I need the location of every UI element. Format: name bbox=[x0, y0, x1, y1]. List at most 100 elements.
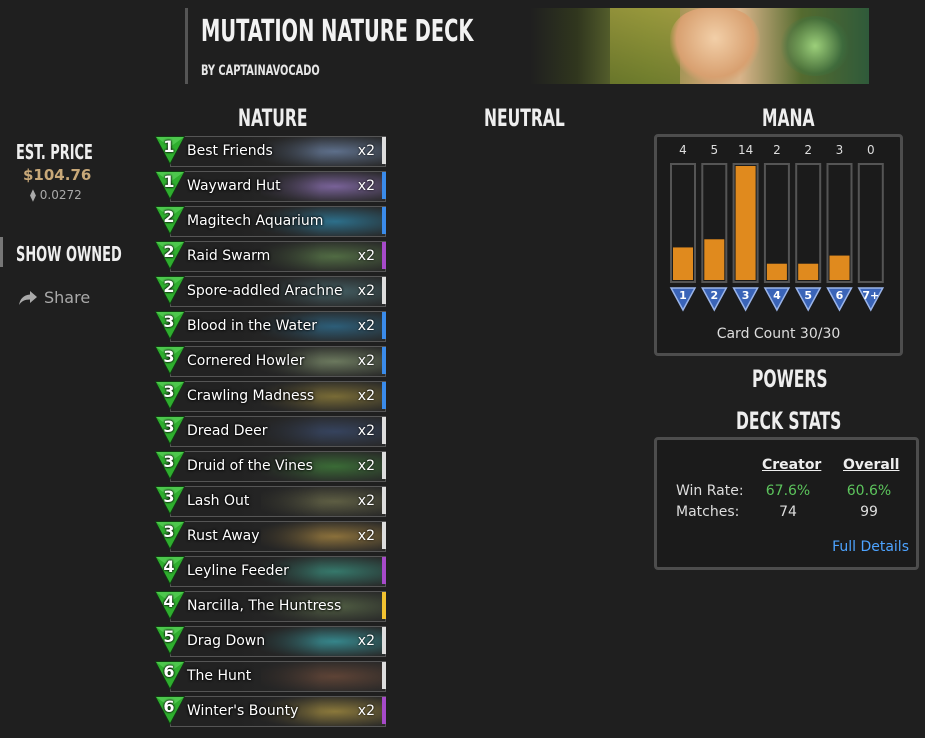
rarity-bar bbox=[382, 312, 386, 339]
overall-win-rate: 60.6% bbox=[846, 483, 892, 499]
card-cost: 6 bbox=[163, 697, 175, 716]
card-name: Cornered Howler bbox=[187, 353, 305, 369]
rarity-bar bbox=[382, 207, 386, 234]
price-value: $104.76 bbox=[23, 166, 92, 184]
card-name: Leyline Feeder bbox=[187, 563, 289, 579]
mana-bar[interactable] bbox=[673, 247, 693, 280]
nature-card-list: Best Friends x2 1 Wayward Hut x2 1 Magitech Aq… bbox=[154, 135, 388, 730]
share-button[interactable]: Share bbox=[18, 288, 90, 307]
card-cost: 1 bbox=[163, 172, 175, 191]
card-row[interactable]: Winter's Bounty x2 6 bbox=[154, 695, 388, 727]
card-quantity: x2 bbox=[357, 248, 375, 264]
card-row[interactable]: Spore-addled Arachne x2 2 bbox=[154, 275, 388, 307]
card-cost: 2 bbox=[163, 277, 175, 296]
mana-curve-panel: 4 1 5 2 14 3 2 4 2 5 3 6 0 7+ Card Count 30/30 bbox=[654, 134, 903, 356]
neutral-heading: NEUTRAL bbox=[484, 104, 565, 132]
rarity-bar bbox=[382, 382, 386, 409]
card-row[interactable]: Crawling Madness x2 3 bbox=[154, 380, 388, 412]
card-row[interactable]: Lash Out x2 3 bbox=[154, 485, 388, 517]
mana-bar[interactable] bbox=[766, 263, 787, 280]
card-name: Spore-addled Arachne bbox=[187, 283, 343, 299]
price-eth-value: ⧫ 0.0272 bbox=[30, 188, 82, 202]
deck-header: MUTATION NATURE DECK BY CAPTAINAVOCADO bbox=[185, 8, 869, 84]
card-row[interactable]: Cornered Howler x2 3 bbox=[154, 345, 388, 377]
mana-cost-label: 6 bbox=[836, 289, 844, 302]
card-row[interactable]: Blood in the Water x2 3 bbox=[154, 310, 388, 342]
rarity-bar bbox=[382, 277, 386, 304]
mana-cost-label: 1 bbox=[679, 289, 687, 302]
card-name: Narcilla, The Huntress bbox=[187, 598, 342, 614]
card-row[interactable]: Raid Swarm x2 2 bbox=[154, 240, 388, 272]
card-quantity: x2 bbox=[357, 178, 375, 194]
card-quantity: x2 bbox=[357, 388, 375, 404]
show-owned-toggle[interactable]: SHOW OWNED bbox=[16, 242, 122, 266]
card-name: Drag Down bbox=[187, 633, 266, 649]
mana-count-label: 14 bbox=[738, 143, 753, 157]
card-name: Lash Out bbox=[187, 493, 250, 509]
card-quantity: x2 bbox=[357, 423, 375, 439]
mana-count-label: 3 bbox=[836, 143, 844, 157]
est-price-label: EST. PRICE bbox=[16, 140, 93, 164]
card-quantity: x2 bbox=[357, 283, 375, 299]
card-name: Druid of the Vines bbox=[187, 458, 313, 474]
card-body: Crawling Madness x2 bbox=[170, 381, 386, 412]
card-row[interactable]: Leyline Feeder 4 bbox=[154, 555, 388, 587]
card-cost: 4 bbox=[163, 592, 175, 611]
creator-column-header: Creator bbox=[762, 457, 822, 473]
card-body: Cornered Howler x2 bbox=[170, 346, 386, 377]
card-name: The Hunt bbox=[187, 668, 252, 684]
deck-author[interactable]: BY CAPTAINAVOCADO bbox=[201, 63, 320, 79]
card-row[interactable]: Drag Down x2 5 bbox=[154, 625, 388, 657]
rarity-bar bbox=[382, 592, 386, 619]
card-quantity: x2 bbox=[357, 703, 375, 719]
card-row[interactable]: Dread Deer x2 3 bbox=[154, 415, 388, 447]
card-quantity: x2 bbox=[357, 493, 375, 509]
card-cost: 3 bbox=[163, 347, 175, 366]
card-body: Lash Out x2 bbox=[170, 486, 386, 517]
card-row[interactable]: Narcilla, The Huntress 4 bbox=[154, 590, 388, 622]
card-body: Drag Down x2 bbox=[170, 626, 386, 657]
card-body: Best Friends x2 bbox=[170, 136, 386, 167]
mana-cost-label: 2 bbox=[710, 289, 718, 302]
card-quantity: x2 bbox=[357, 318, 375, 334]
card-cost: 3 bbox=[163, 452, 175, 471]
card-cost: 5 bbox=[163, 627, 175, 646]
deck-stats-panel: Creator Overall Win Rate: Matches: 67.6%… bbox=[654, 437, 919, 570]
card-body: Winter's Bounty x2 bbox=[170, 696, 386, 727]
card-quantity: x2 bbox=[357, 353, 375, 369]
card-body: Druid of the Vines x2 bbox=[170, 451, 386, 482]
deck-title: MUTATION NATURE DECK bbox=[201, 14, 474, 49]
card-row[interactable]: The Hunt 6 bbox=[154, 660, 388, 692]
card-quantity: x2 bbox=[357, 458, 375, 474]
mana-count-label: 0 bbox=[867, 143, 875, 157]
card-cost: 2 bbox=[163, 242, 175, 261]
rarity-bar bbox=[382, 697, 386, 724]
full-details-link[interactable]: Full Details bbox=[832, 539, 909, 555]
rarity-bar bbox=[382, 627, 386, 654]
card-row[interactable]: Wayward Hut x2 1 bbox=[154, 170, 388, 202]
card-cost: 2 bbox=[163, 207, 175, 226]
mana-bar[interactable] bbox=[735, 166, 756, 280]
mana-bar[interactable] bbox=[704, 239, 725, 280]
card-cost: 1 bbox=[163, 137, 175, 156]
card-name: Wayward Hut bbox=[187, 178, 281, 194]
card-name: Dread Deer bbox=[187, 423, 268, 439]
card-row[interactable]: Magitech Aquarium 2 bbox=[154, 205, 388, 237]
win-rate-label: Win Rate: bbox=[676, 483, 744, 499]
card-quantity: x2 bbox=[357, 528, 375, 544]
rarity-bar bbox=[382, 452, 386, 479]
card-body: Leyline Feeder bbox=[170, 556, 386, 587]
card-body: Rust Away x2 bbox=[170, 521, 386, 552]
mana-count-label: 2 bbox=[773, 143, 781, 157]
mana-bar[interactable] bbox=[829, 255, 850, 280]
card-row[interactable]: Rust Away x2 3 bbox=[154, 520, 388, 552]
matches-label: Matches: bbox=[676, 504, 740, 520]
mana-heading: MANA bbox=[762, 104, 815, 132]
card-cost: 3 bbox=[163, 382, 175, 401]
card-body: Wayward Hut x2 bbox=[170, 171, 386, 202]
card-row[interactable]: Best Friends x2 1 bbox=[154, 135, 388, 167]
mana-bar[interactable] bbox=[798, 263, 819, 280]
card-body: Dread Deer x2 bbox=[170, 416, 386, 447]
card-row[interactable]: Druid of the Vines x2 3 bbox=[154, 450, 388, 482]
deck-stats-heading: DECK STATS bbox=[736, 407, 842, 435]
